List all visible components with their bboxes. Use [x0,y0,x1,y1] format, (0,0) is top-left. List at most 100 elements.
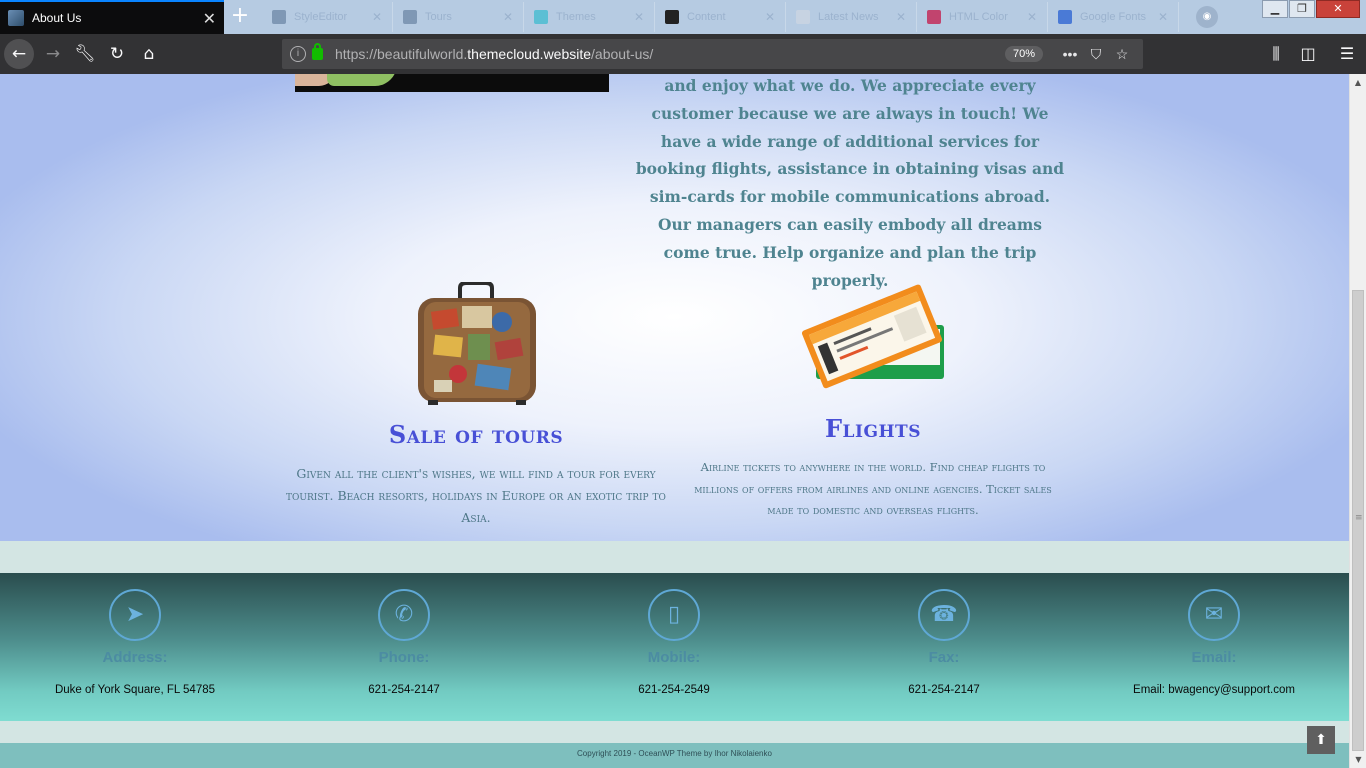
contact-value: 621-254-2147 [908,684,980,696]
phone-icon: ✆ [378,589,430,641]
background-tab[interactable]: HTML Color ✕ [917,2,1048,32]
contact-label: Fax: [928,649,960,666]
contact-label: Mobile: [647,649,701,666]
tab-favicon-icon [927,10,941,24]
tab-favicon-icon [1058,10,1072,24]
url-path: /about-us/ [591,46,654,62]
scrollbar-thumb[interactable]: ≡ [1352,290,1364,751]
url-prefix: https://beautifulworld. [335,46,468,62]
lock-icon[interactable] [312,43,323,60]
sidebar-icon[interactable]: ◫ [1293,39,1323,69]
copyright-text: Copyright 2019 - OceanWP Theme by Ihor N… [577,749,772,758]
tab-about-us[interactable]: About Us ✕ [0,0,224,34]
forward-arrow-icon[interactable]: → [38,39,68,69]
feature-description: Given all the client's wishes, we will f… [286,466,666,525]
vertical-scrollbar[interactable]: ▲ ≡ ▼ [1349,74,1366,768]
contact-footer: ➤ Address: Duke of York Square, FL 54785… [0,573,1349,721]
contact-phone: ✆ Phone: 621-254-2147 [294,589,514,696]
photo-detail [327,74,397,86]
pocket-icon[interactable]: ⛉ [1083,46,1109,63]
page-viewport: and enjoy what we do. We appreciate ever… [0,74,1349,768]
tab-favicon-icon [534,10,548,24]
envelope-icon: ✉ [1188,589,1240,641]
scroll-to-top-button[interactable]: ⬆ [1307,726,1335,754]
close-tab-icon[interactable]: ✕ [896,10,906,24]
background-tab[interactable]: Latest News ✕ [786,2,917,32]
suitcase-icon [418,282,536,405]
background-tab[interactable]: Themes ✕ [524,2,655,32]
bookmark-star-icon[interactable]: ☆ [1109,46,1135,63]
contact-address: ➤ Address: Duke of York Square, FL 54785 [25,589,245,696]
feature-description: Airline tickets to anywhere in the world… [694,460,1052,517]
contact-label: Address: [102,649,168,666]
window-close-icon[interactable]: ✕ [1316,0,1360,18]
contact-email: ✉ Email: Email: bwagency@support.com [1104,589,1324,696]
contact-mobile: ▯ Mobile: 621-254-2549 [564,589,784,696]
feature-title: Flights [825,414,921,443]
tab-strip: About Us ✕ + StyleEditor ✕ Tours ✕ Themes ✕… [0,0,1366,34]
page-actions-icon[interactable]: ••• [1057,46,1083,62]
contact-value: 621-254-2549 [638,684,710,696]
background-tabs: StyleEditor ✕ Tours ✕ Themes ✕ Content ✕ Lat… [262,2,1179,32]
scroll-down-arrow-icon[interactable]: ▼ [1350,751,1366,768]
library-icon[interactable]: ⫼ [1261,39,1291,69]
close-tab-icon[interactable]: ✕ [203,9,216,28]
navigation-toolbar: ← → 🔧︎ ↻ ⌂ i https://beautifulworld. them… [0,34,1366,74]
team-photo [295,74,609,92]
close-tab-icon[interactable]: ✕ [1158,10,1168,24]
background-tab-label: Latest News [818,11,879,23]
background-tab-label: Tours [425,11,452,23]
contact-value: Duke of York Square, FL 54785 [54,684,216,696]
background-tab[interactable]: Google Fonts ✕ [1048,2,1179,32]
about-paragraph: and enjoy what we do. We appreciate ever… [635,76,1065,290]
close-tab-icon[interactable]: ✕ [503,10,513,24]
contact-label: Phone: [378,649,430,666]
background-tab-label: Content [687,11,726,23]
grip-icon: ≡ [1355,513,1363,523]
arrow-up-icon: ⬆ [1315,732,1327,748]
home-icon[interactable]: ⌂ [134,39,164,69]
location-arrow-icon: ➤ [109,589,161,641]
section-divider [0,541,1349,573]
contact-value: 621-254-2147 [368,684,440,696]
close-tab-icon[interactable]: ✕ [1027,10,1037,24]
new-tab-button[interactable]: + [226,4,254,30]
wrench-icon[interactable]: 🔧︎ [70,39,100,69]
reload-icon[interactable]: ↻ [102,39,132,69]
background-tab-label: Google Fonts [1080,11,1147,23]
restore-icon[interactable]: ❐ [1289,0,1315,18]
fax-icon: ☎ [918,589,970,641]
close-tab-icon[interactable]: ✕ [372,10,382,24]
tab-favicon-icon [272,10,286,24]
tab-favicon-icon [665,10,679,24]
mobile-icon: ▯ [648,589,700,641]
window-controls: ▁ ❐ ✕ [1261,0,1360,18]
site-favicon-icon [8,10,24,26]
feature-title: Sale of tours [388,420,564,449]
minimize-icon[interactable]: ▁ [1262,0,1288,18]
about-section: and enjoy what we do. We appreciate ever… [0,74,1349,541]
hamburger-menu-icon[interactable]: ☰ [1332,39,1362,69]
close-tab-icon[interactable]: ✕ [765,10,775,24]
background-tab[interactable]: Tours ✕ [393,2,524,32]
tab-title: About Us [32,11,82,25]
scroll-up-arrow-icon[interactable]: ▲ [1350,74,1366,91]
background-tab-label: HTML Color [949,11,1008,23]
footer-divider [0,721,1349,743]
info-icon[interactable]: i [290,46,306,62]
background-tab-label: Themes [556,11,596,23]
tab-overflow-icon[interactable]: ◉ [1196,6,1218,28]
copyright-bar: Copyright 2019 - OceanWP Theme by Ihor N… [0,743,1349,768]
close-tab-icon[interactable]: ✕ [634,10,644,24]
zoom-level-badge[interactable]: 70% [1004,46,1043,62]
contact-value[interactable]: Email: bwagency@support.com [1104,684,1324,696]
url-host: themecloud.website [467,46,592,62]
tab-favicon-icon [403,10,417,24]
contact-fax: ☎ Fax: 621-254-2147 [834,589,1054,696]
background-tab[interactable]: Content ✕ [655,2,786,32]
feature-sale-of-tours: Sale of tours Given all the client's wis… [276,420,676,529]
tab-favicon-icon [796,10,810,24]
back-arrow-icon[interactable]: ← [4,39,34,69]
background-tab[interactable]: StyleEditor ✕ [262,2,393,32]
url-bar[interactable]: i https://beautifulworld. themecloud.webs… [282,39,1143,69]
